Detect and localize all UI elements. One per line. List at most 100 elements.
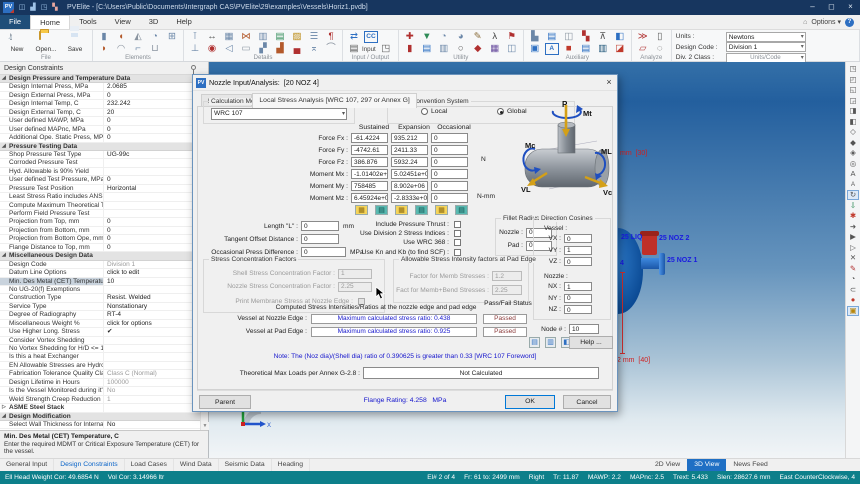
lambda-icon[interactable]: λ <box>488 31 502 43</box>
grid-row[interactable]: Design Internal Press, MPa 2.0685 <box>0 83 200 91</box>
grid-value[interactable]: ✔ <box>104 328 200 335</box>
rotate-x-icon[interactable]: ◇ <box>847 127 859 137</box>
expansion-field[interactable]: 8.902e+06 <box>391 181 428 191</box>
grid-row[interactable]: Design Code Division 1 <box>0 261 200 269</box>
left-view-icon[interactable]: ◲ <box>847 96 859 106</box>
tab-load-cases[interactable]: Load Cases <box>125 459 174 471</box>
sustained-field[interactable]: 386.876 <box>351 157 388 167</box>
back-view-icon[interactable]: ◱ <box>847 85 859 95</box>
occasional-field[interactable]: 0 <box>431 193 468 203</box>
tray-icon[interactable]: ▤ <box>273 31 287 43</box>
tab-heading[interactable]: Heading <box>272 459 310 471</box>
spherical-head-icon[interactable]: ◔ <box>148 31 162 43</box>
theoretical-field[interactable]: Not Calculated <box>363 367 599 379</box>
grid-value[interactable]: 0 <box>104 134 200 141</box>
iso-view-icon[interactable]: ◳ <box>847 64 859 74</box>
local-radio[interactable]: Local <box>421 108 447 115</box>
top-view-icon[interactable]: ◧ <box>847 117 859 127</box>
grid-row[interactable]: Hyd. Allowable is 90% Yield <box>0 168 200 176</box>
cancel-button[interactable]: Cancel <box>563 395 611 409</box>
saddle-icon[interactable]: ⋈ <box>239 31 253 43</box>
grid-value[interactable]: 232.242 <box>104 100 200 107</box>
options-menu[interactable]: Options ▾ <box>811 18 841 26</box>
expansion-field[interactable]: -2.8333e+06 <box>391 193 428 203</box>
front-view-icon[interactable]: ◰ <box>847 75 859 85</box>
window-aux-icon[interactable]: ◫ <box>562 31 576 43</box>
sustained-field[interactable]: -1.01402e+0 <box>351 169 388 179</box>
cosine-field[interactable]: 1 <box>564 246 592 255</box>
save-button[interactable]: Save <box>62 31 88 54</box>
checkbox-icon[interactable] <box>454 239 461 246</box>
grid-value[interactable] <box>104 353 200 360</box>
expansion-field[interactable]: 2411.33 <box>391 145 428 155</box>
grid-value[interactable]: No <box>104 421 200 428</box>
pin-icon[interactable] <box>191 65 196 70</box>
occasional-field[interactable]: 0 <box>431 169 468 179</box>
dialog-tab-local-stress[interactable]: Local Stress Analysis [WRC 107, 297 or A… <box>252 93 416 108</box>
annotate-icon[interactable]: ✎ <box>847 264 859 274</box>
tab-file[interactable]: File <box>0 15 30 29</box>
checkbox-icon[interactable] <box>454 230 461 237</box>
import-piping-occasional-icon[interactable]: ▦ <box>435 205 448 215</box>
occasional-press-field[interactable]: 0 <box>301 247 346 257</box>
insulation-icon[interactable]: ▨ <box>290 31 304 43</box>
tab-home[interactable]: Home <box>30 15 70 29</box>
grid-value[interactable]: Division 1 <box>104 261 200 268</box>
nozzle-1-flange-3d[interactable] <box>659 253 665 275</box>
grid-row[interactable]: Fabrication Tolerance Quality Class Clas… <box>0 370 200 378</box>
grid-row[interactable]: Least Stress Ratio includes ANSI Flange … <box>0 193 200 201</box>
grid-value[interactable] <box>104 159 200 166</box>
grid-value[interactable]: Resist. Welded <box>104 294 200 301</box>
import-piping-sustained-icon[interactable]: ▦ <box>355 205 368 215</box>
occasional-field[interactable]: 0 <box>431 157 468 167</box>
grid-row[interactable]: Projection from Bottom Ope, mm 0 <box>0 235 200 243</box>
grid-row[interactable]: Design External Temp, C 20 <box>0 109 200 117</box>
section-misc-design[interactable]: Miscellaneous Design Data <box>0 252 200 260</box>
calc-list-icon[interactable]: ▤ <box>545 31 559 43</box>
cosine-field[interactable]: 0 <box>564 305 592 314</box>
cylinder-icon[interactable]: ▮ <box>97 31 111 43</box>
row-mdmt[interactable]: Min. Des Metal (CET) Temperature, C 10 <box>0 278 200 286</box>
grid-row[interactable]: User defined MAPnc, MPa 0 <box>0 126 200 134</box>
cosine-field[interactable]: 0 <box>564 234 592 243</box>
texture-icon[interactable]: ▣ <box>847 306 859 316</box>
grid-value[interactable]: 1 <box>104 396 200 403</box>
checkbox-icon[interactable] <box>454 249 461 256</box>
length-field[interactable]: 0 <box>301 221 339 231</box>
tab-seismic-data[interactable]: Seismic Data <box>219 459 272 471</box>
window-switch-icon[interactable]: ◫ <box>17 3 27 13</box>
new-button[interactable]: New <box>4 31 30 54</box>
expansion-field[interactable]: 5932.24 <box>391 157 428 167</box>
grid-row[interactable]: Degree of Radiography RT-4 <box>0 311 200 319</box>
grid-value[interactable]: 20 <box>104 109 200 116</box>
graph-quick-icon[interactable]: ▟ <box>28 3 38 13</box>
grid-row[interactable]: Service Type Nonstationary <box>0 303 200 311</box>
grid-value[interactable]: Nonstationary <box>104 303 200 310</box>
section-cut-icon[interactable]: ⊂ <box>847 285 859 295</box>
tab-help[interactable]: Help <box>167 15 200 29</box>
grid-value[interactable]: Class C (Normal) <box>104 370 200 377</box>
grid-row[interactable]: Pressure Test Position Horizontal <box>0 185 200 193</box>
grid-row[interactable]: Compute Maximum Theoretical Test Pres <box>0 202 200 210</box>
sustained-field[interactable]: -61.4224 <box>351 133 388 143</box>
tab-3d[interactable]: 3D <box>140 15 168 29</box>
grid-value[interactable]: RT-4 <box>104 311 200 318</box>
include-pressure-thrust-checkbox[interactable]: Include Pressure Thrust : <box>343 220 461 229</box>
font-increase-icon[interactable]: A <box>847 169 859 179</box>
grid-row[interactable]: Select Wall Thickness for Internal Press… <box>0 421 200 429</box>
render-icon[interactable]: ● <box>847 295 859 305</box>
import-piping-expansion-icon[interactable]: ▦ <box>395 205 408 215</box>
grid-value[interactable]: Horizontal <box>104 185 200 192</box>
database-sustained-icon[interactable]: ▤ <box>375 205 388 215</box>
rotate-y-icon[interactable]: ◆ <box>847 138 859 148</box>
dimension-icon[interactable]: ↔ <box>205 31 219 43</box>
grid-value[interactable]: 10 <box>104 278 200 285</box>
grid-value[interactable]: 0 <box>104 244 200 251</box>
allowable-field[interactable]: 2.25 <box>492 285 522 295</box>
refresh-view-icon[interactable]: ↻ <box>847 190 859 200</box>
grid-row[interactable]: No Vortex Shedding for H/D <= 15 <box>0 345 200 353</box>
grid-row[interactable]: No UG-20(f) Exemptions <box>0 286 200 294</box>
section-design-pressure[interactable]: Design Pressure and Temperature Data <box>0 75 200 83</box>
grid-value[interactable] <box>104 193 200 200</box>
section-asme-steel-stack[interactable]: ASME Steel Stack <box>0 404 200 412</box>
